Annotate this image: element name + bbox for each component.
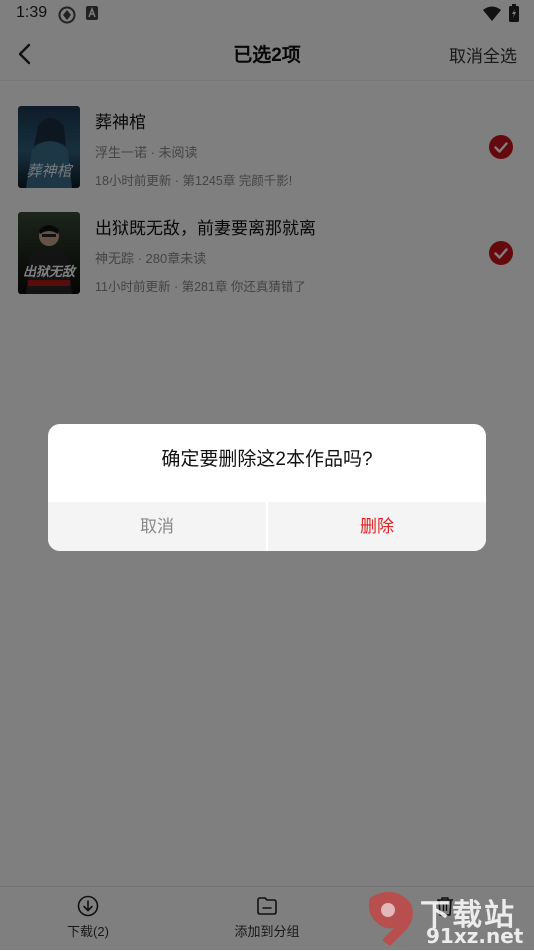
dialog-actions: 取消 删除: [48, 502, 486, 551]
cancel-button[interactable]: 取消: [48, 502, 266, 551]
site-watermark: 下载站 91xz.net: [364, 888, 534, 950]
delete-confirm-dialog: 确定要删除这2本作品吗? 取消 删除: [48, 424, 486, 551]
watermark-line2: 91xz.net: [426, 924, 524, 948]
watermark-logo-icon: [368, 891, 413, 946]
dialog-message: 确定要删除这2本作品吗?: [161, 449, 373, 470]
confirm-delete-button[interactable]: 删除: [268, 502, 486, 551]
